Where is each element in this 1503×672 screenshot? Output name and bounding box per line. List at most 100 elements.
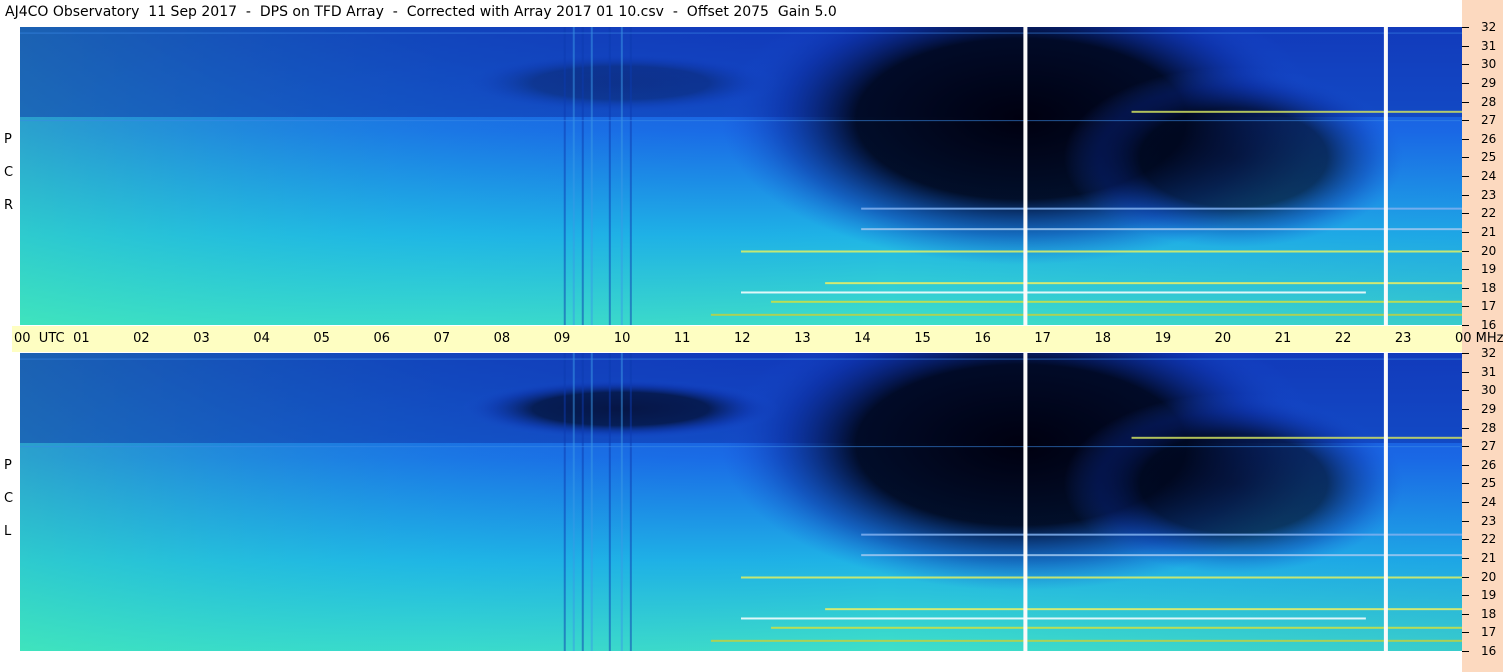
frequency-tick-label: 22 xyxy=(1481,206,1497,220)
frequency-tick-label: 19 xyxy=(1481,588,1497,602)
rcp-letter-3: R xyxy=(4,198,14,213)
rcp-interference-line xyxy=(741,250,1462,253)
lcp-interference-line xyxy=(741,576,1462,579)
frequency-tick-mark xyxy=(1462,353,1469,354)
frequency-tick-label: 20 xyxy=(1481,244,1497,258)
frequency-tick-mark xyxy=(1462,102,1469,103)
time-tick-label: 18 xyxy=(1094,331,1112,346)
lcp-vertical-streak xyxy=(590,353,593,651)
chart-title: AJ4CO Observatory 11 Sep 2017 - DPS on T… xyxy=(5,4,837,20)
frequency-tick-mark xyxy=(1462,251,1469,252)
rcp-letter-1: P xyxy=(4,132,12,147)
lcp-interference-line xyxy=(1131,436,1462,439)
frequency-tick-mark xyxy=(1462,83,1469,84)
frequency-tick-label: 27 xyxy=(1481,113,1497,127)
lcp-spectrogram-svg xyxy=(20,353,1462,651)
frequency-tick-label: 24 xyxy=(1481,495,1497,509)
lcp-interference-line xyxy=(861,533,1462,536)
frequency-tick-label: 19 xyxy=(1481,262,1497,276)
lcp-baseline-line xyxy=(20,446,1462,448)
time-tick-label: 06 xyxy=(373,331,391,346)
time-tick-label: 10 xyxy=(613,331,631,346)
frequency-tick-mark xyxy=(1462,288,1469,289)
time-tick-label: 16 xyxy=(974,331,991,346)
rcp-letter-2: C xyxy=(4,165,14,180)
frequency-tick-label: 18 xyxy=(1481,281,1497,295)
rcp-spectrogram xyxy=(20,27,1462,325)
lcp-vertical-streak xyxy=(608,353,611,651)
lcp-letter-3: L xyxy=(4,524,12,539)
time-tick-label: 08 xyxy=(493,331,511,346)
rcp-absorption-region xyxy=(1063,67,1404,248)
frequency-tick-mark xyxy=(1462,465,1469,466)
lcp-interference-line xyxy=(710,639,1462,642)
time-tick-label: 00 UTC xyxy=(14,331,65,346)
frequency-tick-mark xyxy=(1462,157,1469,158)
frequency-tick-label: 26 xyxy=(1481,132,1497,146)
lcp-vertical-streak xyxy=(572,353,575,651)
frequency-tick-mark xyxy=(1462,139,1469,140)
frequency-tick-label: 30 xyxy=(1481,57,1497,71)
lcp-letter-1: P xyxy=(4,458,12,473)
time-tick-label: 19 xyxy=(1154,331,1172,346)
lcp-baseline-line xyxy=(20,358,1462,360)
rcp-baseline-line xyxy=(20,32,1462,34)
time-tick-label: 03 xyxy=(193,331,210,346)
lcp-letter-2: C xyxy=(4,491,14,506)
rcp-vertical-streak xyxy=(629,27,632,325)
time-tick-label: 13 xyxy=(794,331,811,346)
time-tick-label: 00 MHz xyxy=(1455,331,1503,346)
frequency-tick-label: 21 xyxy=(1481,225,1497,239)
rcp-vertical-streak xyxy=(563,27,566,325)
time-tick-label: 12 xyxy=(734,331,751,346)
frequency-tick-label: 23 xyxy=(1481,514,1497,528)
rcp-baseline-line xyxy=(20,120,1462,122)
frequency-tick-label: 28 xyxy=(1481,421,1497,435)
rcp-vertical-streak xyxy=(608,27,611,325)
rcp-data-gap xyxy=(1383,27,1388,325)
time-tick-label: 02 xyxy=(133,331,150,346)
frequency-tick-mark xyxy=(1462,409,1469,410)
frequency-tick-mark xyxy=(1462,428,1469,429)
frequency-tick-label: 31 xyxy=(1481,39,1497,53)
frequency-tick-mark xyxy=(1462,269,1469,270)
frequency-tick-mark xyxy=(1462,539,1469,540)
frequency-tick-label: 32 xyxy=(1481,20,1497,34)
frequency-tick-label: 26 xyxy=(1481,458,1497,472)
frequency-tick-label: 25 xyxy=(1481,476,1497,490)
rcp-interference-line xyxy=(771,300,1462,303)
rcp-vertical-streak xyxy=(572,27,575,325)
frequency-tick-mark xyxy=(1462,577,1469,578)
lcp-absorption-region xyxy=(1063,393,1404,574)
time-tick-label: 17 xyxy=(1034,331,1051,346)
frequency-tick-mark xyxy=(1462,651,1469,652)
lcp-interference-line xyxy=(825,608,1462,611)
time-tick-label: 09 xyxy=(553,331,571,346)
time-tick-label: 07 xyxy=(433,331,451,346)
rcp-label: P C R xyxy=(4,132,13,213)
lcp-data-gap xyxy=(1383,353,1388,651)
rcp-interference-line xyxy=(825,282,1462,285)
time-tick-label: 11 xyxy=(673,331,691,346)
frequency-tick-mark xyxy=(1462,120,1469,121)
frequency-tick-label: 18 xyxy=(1481,607,1497,621)
frequency-tick-label: 29 xyxy=(1481,402,1497,416)
lcp-label: P C L xyxy=(4,458,13,539)
frequency-tick-label: 17 xyxy=(1481,625,1497,639)
rcp-data-gap xyxy=(1023,27,1028,325)
lcp-data-gap xyxy=(1023,353,1028,651)
frequency-tick-label: 22 xyxy=(1481,532,1497,546)
time-tick-label: 15 xyxy=(914,331,931,346)
lcp-interference-line xyxy=(741,617,1366,620)
lcp-vertical-streak xyxy=(629,353,632,651)
rcp-interference-line xyxy=(1131,110,1462,113)
frequency-tick-mark xyxy=(1462,390,1469,391)
frequency-tick-mark xyxy=(1462,306,1469,307)
frequency-tick-mark xyxy=(1462,325,1469,326)
rcp-vertical-streak xyxy=(620,27,623,325)
lcp-spectrogram xyxy=(20,353,1462,651)
frequency-tick-mark xyxy=(1462,372,1469,373)
frequency-tick-label: 31 xyxy=(1481,365,1497,379)
frequency-tick-mark xyxy=(1462,558,1469,559)
time-tick-label: 22 xyxy=(1334,331,1352,346)
